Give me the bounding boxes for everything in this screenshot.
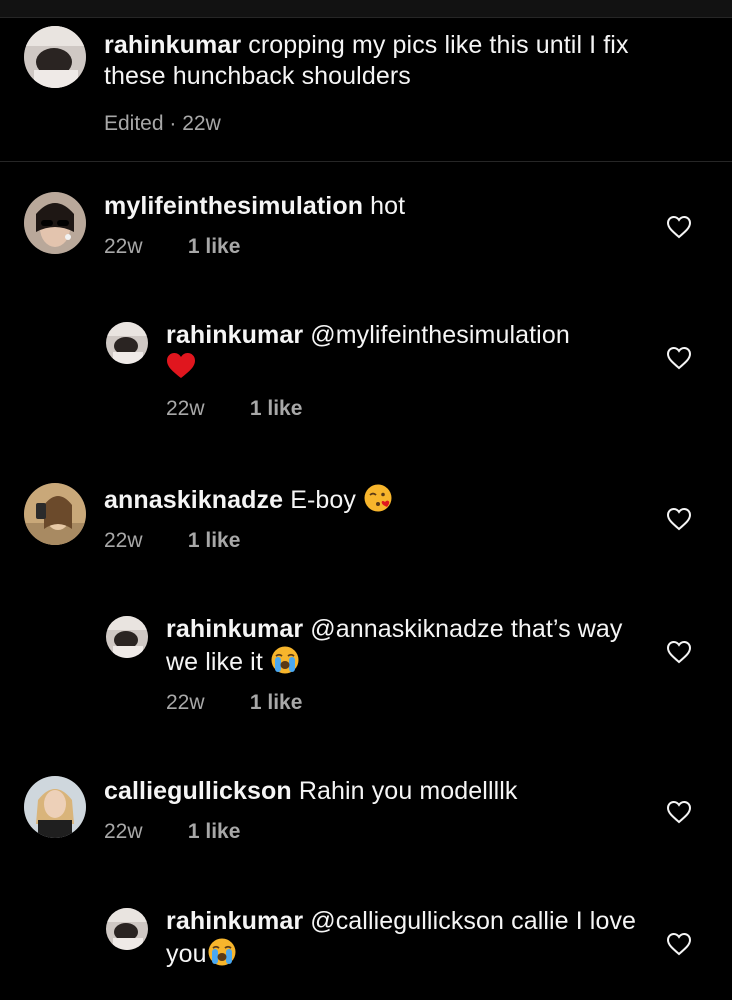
reply-avatar[interactable]	[106, 616, 148, 658]
comment-text: calliegullickson Rahin you modellllk	[104, 776, 652, 807]
like-button[interactable]	[666, 800, 692, 824]
reply-text: rahinkumar @mylifeinthesimulation	[166, 320, 652, 384]
comment-body: hot	[370, 192, 406, 220]
face-blowing-kiss-emoji-icon	[363, 483, 393, 513]
comment-time: 22w	[104, 235, 143, 258]
comment-likes[interactable]: 1 like	[188, 529, 241, 552]
avatar-rahinkumar-icon	[24, 26, 86, 88]
comment-meta: 22w 1 like	[104, 819, 652, 845]
comment-avatar[interactable]	[24, 776, 86, 838]
comment-likes[interactable]: 1 like	[188, 235, 241, 258]
comment-username[interactable]: mylifeinthesimulation	[104, 192, 363, 220]
comment-body: Rahin you modellllk	[298, 777, 518, 805]
comment-username[interactable]: annaskiknadze	[104, 486, 283, 514]
reply-time: 22w	[166, 397, 205, 420]
heart-outline-icon	[666, 215, 692, 239]
reply-username[interactable]: rahinkumar	[166, 321, 303, 349]
reply-username[interactable]: rahinkumar	[166, 907, 303, 935]
avatar-rahinkumar-icon	[106, 322, 148, 364]
heart-outline-icon	[666, 346, 692, 370]
reply-text: rahinkumar @calliegullickson callie I lo…	[166, 906, 652, 970]
heart-outline-icon	[666, 800, 692, 824]
heart-outline-icon	[666, 932, 692, 956]
reply-avatar[interactable]	[106, 322, 148, 364]
like-button[interactable]	[666, 507, 692, 531]
like-button[interactable]	[666, 640, 692, 664]
comment-avatar[interactable]	[24, 483, 86, 545]
comment-username[interactable]: calliegullickson	[104, 777, 292, 805]
reply-likes[interactable]: 1 like	[250, 691, 303, 714]
like-button[interactable]	[666, 932, 692, 956]
avatar-woman-selfie-icon	[24, 483, 86, 545]
avatar-woman-sunglasses-icon	[24, 192, 86, 254]
comment-meta: 22w 1 like	[104, 528, 652, 554]
comment-time: 22w	[104, 820, 143, 843]
comment-avatar[interactable]	[24, 192, 86, 254]
comment-likes[interactable]: 1 like	[188, 820, 241, 843]
heart-outline-icon	[666, 640, 692, 664]
reply-likes[interactable]: 1 like	[250, 397, 303, 420]
comment-text: mylifeinthesimulation hot	[104, 191, 652, 222]
avatar-woman-blonde-icon	[24, 776, 86, 838]
like-button[interactable]	[666, 346, 692, 370]
comment-text: annaskiknadze E-boy	[104, 483, 652, 516]
reply-time: 22w	[166, 691, 205, 714]
red-heart-emoji-icon	[166, 351, 196, 381]
avatar-rahinkumar-icon	[106, 908, 148, 950]
post-caption: rahinkumar cropping my pics like this un…	[0, 18, 732, 162]
reply-body: @mylifeinthesimulation	[310, 321, 570, 349]
reply-username[interactable]: rahinkumar	[166, 615, 303, 643]
comment-meta: 22w 1 like	[104, 234, 652, 260]
reply-avatar[interactable]	[106, 908, 148, 950]
comment-body: E-boy	[290, 486, 357, 514]
caption-username[interactable]: rahinkumar	[104, 31, 241, 59]
loudly-crying-face-emoji-icon	[207, 937, 237, 967]
top-bar	[0, 0, 732, 18]
comment-time: 22w	[104, 529, 143, 552]
heart-outline-icon	[666, 507, 692, 531]
reply-meta: 22w 1 like	[166, 690, 652, 716]
caption-avatar[interactable]	[24, 26, 86, 88]
like-button[interactable]	[666, 215, 692, 239]
reply-text: rahinkumar @annaskiknadze that’s way we …	[166, 614, 652, 678]
caption-meta: Edited · 22w	[104, 112, 221, 135]
reply-meta: 22w 1 like	[166, 396, 652, 422]
loudly-crying-face-emoji-icon	[270, 645, 300, 675]
avatar-rahinkumar-icon	[106, 616, 148, 658]
caption-text: rahinkumar cropping my pics like this un…	[104, 30, 652, 92]
